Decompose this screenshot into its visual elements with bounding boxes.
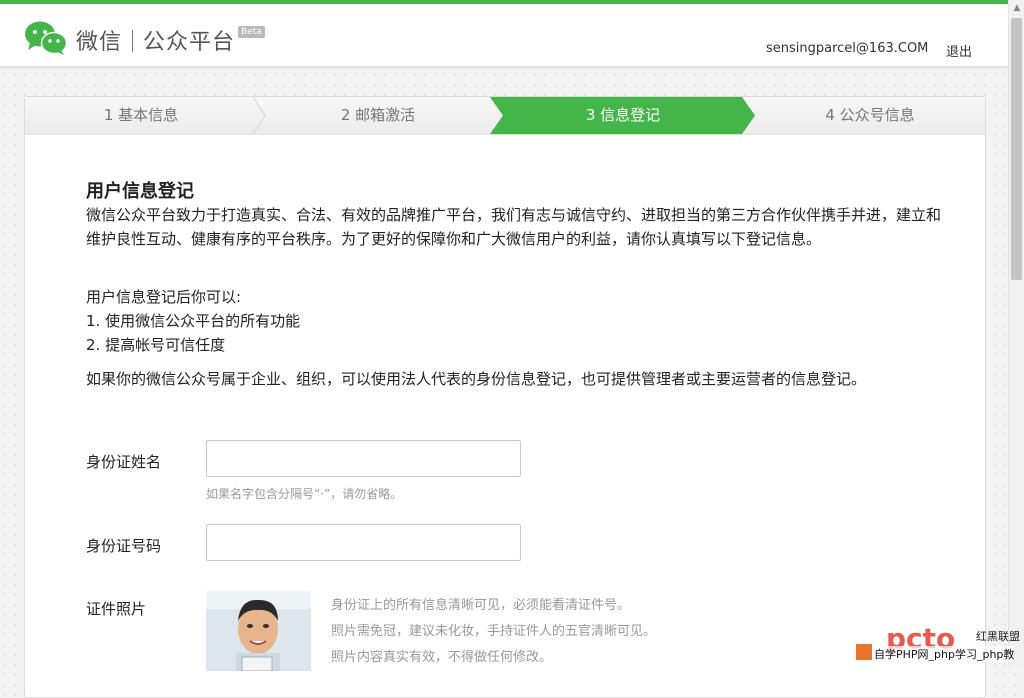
section-title: 用户信息登记 [86,181,194,202]
step-basic-info: 1 基本信息 [103,106,179,124]
id-name-label: 身份证姓名 [86,453,162,471]
brand-name: 微信 [76,30,123,55]
id-photo-example [206,591,311,671]
brand-subtitle: 公众平台 [143,30,236,55]
brand-divider [132,30,134,52]
watermark-text: 自学PHP网_php学习_php教 [874,646,1015,662]
benefit-item-2: 2. 提高帐号可信任度 [86,336,226,354]
step-account-info: 4 公众号信息 [825,106,915,124]
header: 微信 公众平台 Beta sensingparcel@163.COM 退出 [0,4,1008,67]
photo-requirement-2: 照片需免冠，建议未化妆，手持证件人的五官清晰可见。 [331,624,657,639]
id-photo-label: 证件照片 [86,600,147,618]
scrollbar-thumb[interactable] [1011,18,1022,280]
brand-title: 微信 公众平台 [76,24,235,56]
step-email-activation: 2 邮箱激活 [340,106,416,124]
photo-requirement-3: 照片内容真实有效，不得做任何修改。 [331,650,553,665]
id-number-label: 身份证号码 [86,537,162,555]
progress-steps: 1 基本信息 2 邮箱激活 3 信息登记 4 公众号信息 [25,97,985,135]
organization-note: 如果你的微信公众号属于企业、组织，可以使用法人代表的身份信息登记，也可提供管理者… [86,370,867,388]
logout-link[interactable]: 退出 [946,41,972,60]
photo-requirement-1: 身份证上的所有信息清晰可见，必须能看清证件号。 [331,598,631,613]
step-info-registration: 3 信息登记 [585,106,661,124]
wechat-logo-icon [25,21,68,55]
intro-text: 微信公众平台致力于打造真实、合法、有效的品牌推广平台，我们有志与诚信守约、进取担… [86,206,942,248]
person-holding-id-image [206,591,311,671]
benefits-heading: 用户信息登记后你可以: [86,288,242,306]
watermark-top-text: 红黑联盟 [976,630,1020,643]
id-name-input[interactable] [206,440,521,477]
id-name-hint: 如果名字包含分隔号“·”，请勿省略。 [206,487,403,501]
page-scrollbar[interactable]: ▲ [1008,0,1024,667]
user-email: sensingparcel@163.COM [766,41,929,56]
scroll-up-arrow-icon[interactable]: ▲ [1009,0,1024,16]
beta-badge: Beta [238,26,265,38]
registration-panel: 1 基本信息 2 邮箱激活 3 信息登记 4 公众号信息 用户信息登记 微信公众… [24,96,986,698]
id-number-input[interactable] [206,524,521,561]
benefit-item-1: 1. 使用微信公众平台的所有功能 [86,312,301,330]
